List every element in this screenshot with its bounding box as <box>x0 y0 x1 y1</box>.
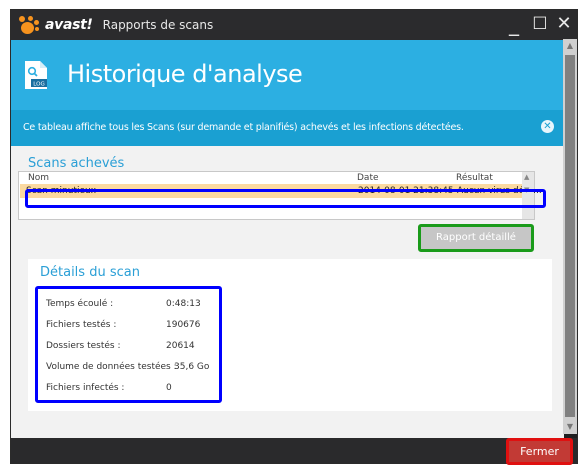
info-bar: Ce tableau affiche tous les Scans (sur d… <box>11 110 564 146</box>
log-file-icon: LOG <box>23 60 49 90</box>
scrollbar-thumb[interactable] <box>565 55 575 417</box>
details-section-title: Détails du scan <box>40 265 140 280</box>
info-text: Ce tableau affiche tous les Scans (sur d… <box>23 122 464 133</box>
title-bar: avast! Rapports de scans _ ☐ ✕ <box>11 10 577 40</box>
brand-name: avast! <box>45 17 93 33</box>
scroll-down-arrow-icon[interactable]: ▼ <box>565 422 575 432</box>
close-window-button[interactable]: ✕ <box>553 12 575 36</box>
window-scrollbar[interactable]: ▲ ▼ <box>563 39 577 434</box>
minimize-button[interactable]: _ <box>503 12 525 36</box>
scans-section-title: Scans achevés <box>28 156 125 171</box>
info-close-icon[interactable]: ✕ <box>541 120 554 133</box>
close-button-annotation <box>506 438 573 465</box>
row-highlight-annotation <box>25 189 546 208</box>
page-title: Historique d'analyse <box>67 60 303 88</box>
details-highlight-annotation <box>35 286 222 403</box>
column-header-date[interactable]: Date <box>357 173 379 183</box>
avast-logo-icon <box>19 16 41 34</box>
brand: avast! Rapports de scans <box>19 15 213 35</box>
window-title: Rapports de scans <box>102 18 214 32</box>
footer-bar <box>11 438 577 463</box>
maximize-button[interactable]: ☐ <box>529 12 551 36</box>
header-banner: LOG Historique d'analyse <box>11 40 577 110</box>
column-header-name[interactable]: Nom <box>28 173 49 183</box>
scroll-up-icon[interactable]: ▲ <box>524 173 529 181</box>
scroll-up-arrow-icon[interactable]: ▲ <box>565 41 575 51</box>
report-button-annotation <box>418 224 534 252</box>
column-header-result[interactable]: Résultat <box>456 173 493 183</box>
log-icon-label: LOG <box>33 82 44 88</box>
